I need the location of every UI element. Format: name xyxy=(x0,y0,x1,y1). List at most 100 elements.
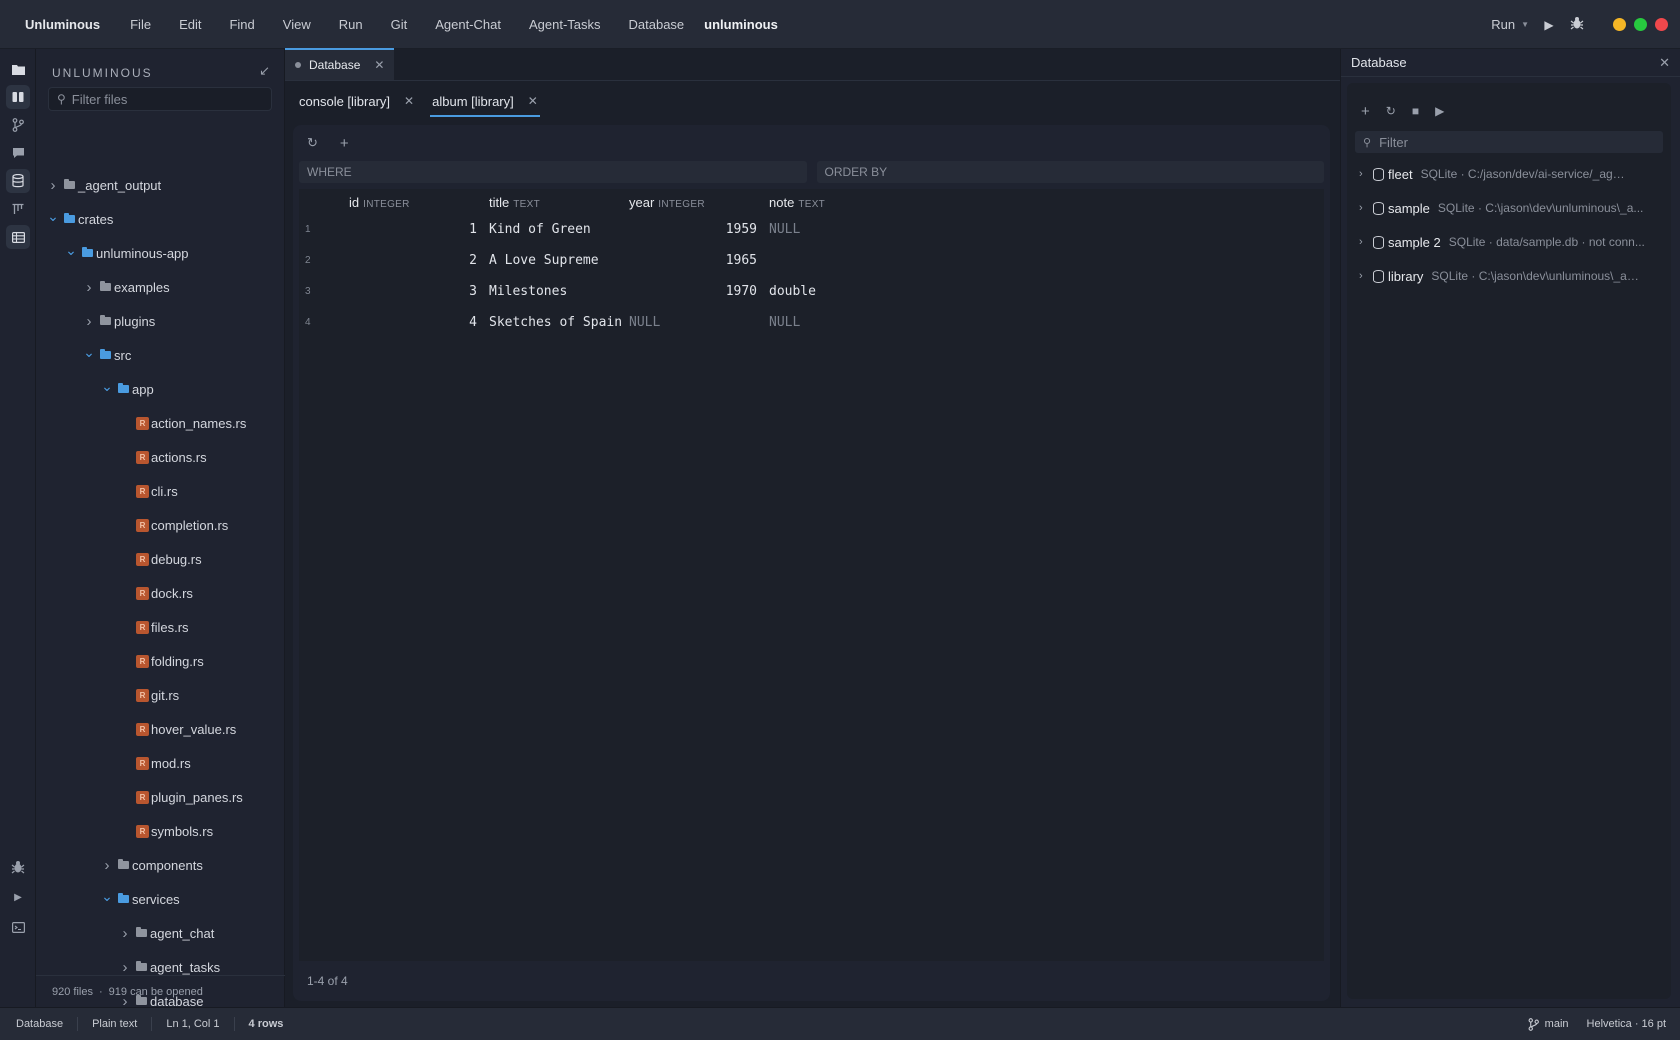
explorer-header: UNLUMINOUS ↙ xyxy=(36,59,284,87)
table-row[interactable]: 2 2 A Love Supreme 1965 xyxy=(299,246,1324,277)
bug-icon[interactable] xyxy=(1569,16,1585,33)
chat-activity-button[interactable] xyxy=(6,141,30,165)
file-filter-input[interactable]: ⚲ Filter files xyxy=(48,87,272,111)
menu-database[interactable]: Database xyxy=(615,17,699,32)
cell-note[interactable]: NULL xyxy=(769,315,800,330)
tab-database[interactable]: Database ✕ xyxy=(285,48,395,80)
column-header-id[interactable]: id INTEGER xyxy=(349,195,410,210)
refresh-icon[interactable]: ↻ xyxy=(1386,104,1396,118)
menu-view[interactable]: View xyxy=(269,17,325,32)
column-header-year[interactable]: year INTEGER xyxy=(629,195,705,210)
tree-item[interactable]: Rfolding.rs xyxy=(36,644,285,678)
cell-note[interactable]: double xyxy=(769,284,816,299)
cell-year[interactable]: 1970 xyxy=(629,284,757,299)
tree-item[interactable]: › components xyxy=(36,848,285,882)
tree-item[interactable]: Rdock.rs xyxy=(36,576,285,610)
connection-filter-input[interactable]: ⚲ Filter xyxy=(1355,131,1663,153)
menu-run[interactable]: Run xyxy=(325,17,377,32)
panels-activity-button[interactable] xyxy=(6,85,30,109)
cell-id[interactable]: 2 xyxy=(433,253,477,268)
tree-item[interactable]: Rsymbols.rs xyxy=(36,814,285,848)
menu-agent-chat[interactable]: Agent-Chat xyxy=(421,17,515,32)
status-language[interactable]: Plain text xyxy=(78,1017,153,1031)
close-button[interactable] xyxy=(1655,18,1668,31)
cell-title[interactable]: A Love Supreme xyxy=(489,253,599,268)
subtab-console[interactable]: console [library] ✕ xyxy=(299,87,414,115)
tree-item[interactable]: ⌄ services xyxy=(36,882,285,916)
connection-item[interactable]: › sample SQLite · C:\jason\dev\unluminous\… xyxy=(1347,191,1671,225)
tree-item[interactable]: Rhover_value.rs xyxy=(36,712,285,746)
cell-title[interactable]: Sketches of Spain xyxy=(489,315,622,330)
table-row[interactable]: 3 3 Milestones 1970 double xyxy=(299,277,1324,308)
tree-item[interactable]: Rcompletion.rs xyxy=(36,508,285,542)
connection-item[interactable]: › fleet SQLite · C:/jason/dev/ai-service/_… xyxy=(1347,157,1671,191)
menu-edit[interactable]: Edit xyxy=(165,17,215,32)
cell-id[interactable]: 4 xyxy=(433,315,477,330)
close-icon[interactable]: ✕ xyxy=(374,58,384,72)
connection-item[interactable]: › sample 2 SQLite · data/sample.db · not c… xyxy=(1347,225,1671,259)
cell-id[interactable]: 3 xyxy=(433,284,477,299)
table-activity-button[interactable] xyxy=(6,225,30,249)
terminal-activity-button[interactable] xyxy=(6,915,30,939)
cell-title[interactable]: Milestones xyxy=(489,284,567,299)
cell-note[interactable]: NULL xyxy=(769,222,800,237)
close-icon[interactable]: ✕ xyxy=(404,94,414,108)
tree-item[interactable]: Rfiles.rs xyxy=(36,610,285,644)
maximize-button[interactable] xyxy=(1634,18,1647,31)
tree-item[interactable]: Rmod.rs xyxy=(36,746,285,780)
tree-item[interactable]: ⌄ app xyxy=(36,372,285,406)
menu-find[interactable]: Find xyxy=(215,17,268,32)
tree-item[interactable]: › _agent_output xyxy=(36,168,285,202)
explorer-activity-button[interactable] xyxy=(6,57,30,81)
order-by-input[interactable]: ORDER BY xyxy=(816,161,1324,183)
where-input[interactable]: WHERE xyxy=(299,161,807,183)
tree-item[interactable]: Rplugin_panes.rs xyxy=(36,780,285,814)
status-font[interactable]: Helvetica · 16 pt xyxy=(1587,1018,1666,1030)
menu-git[interactable]: Git xyxy=(377,17,422,32)
tree-item[interactable]: ⌄ src xyxy=(36,338,285,372)
debug-activity-button[interactable] xyxy=(6,855,30,879)
stop-icon[interactable]: ■ xyxy=(1412,104,1419,118)
tree-item[interactable]: ⌄ unluminous-app xyxy=(36,236,285,270)
cell-year[interactable]: 1965 xyxy=(629,253,757,268)
tree-item[interactable]: Raction_names.rs xyxy=(36,406,285,440)
refresh-icon[interactable]: ↻ xyxy=(307,135,318,151)
git-activity-button[interactable] xyxy=(6,113,30,137)
run-config-select[interactable]: Run ▼ xyxy=(1491,17,1529,32)
column-header-title[interactable]: title TEXT xyxy=(489,195,540,210)
subtab-album[interactable]: album [library] ✕ xyxy=(430,87,540,117)
tree-item[interactable]: Rgit.rs xyxy=(36,678,285,712)
column-header-note[interactable]: note TEXT xyxy=(769,195,825,210)
cell-title[interactable]: Kind of Green xyxy=(489,222,591,237)
status-mode[interactable]: Database xyxy=(0,1017,79,1031)
tree-item[interactable]: Rcli.rs xyxy=(36,474,285,508)
tree-item[interactable]: › plugins xyxy=(36,304,285,338)
add-row-icon[interactable]: + xyxy=(340,135,349,152)
play-icon[interactable]: ▶ xyxy=(1435,104,1444,118)
play-icon[interactable]: ▶ xyxy=(1541,18,1557,32)
run-activity-button[interactable]: ▶ xyxy=(6,885,30,909)
menu-agent-tasks[interactable]: Agent-Tasks xyxy=(515,17,615,32)
collapse-icon[interactable]: ↙ xyxy=(259,63,272,79)
tree-item[interactable]: Ractions.rs xyxy=(36,440,285,474)
tree-item[interactable]: › agent_chat xyxy=(36,916,285,950)
minimize-button[interactable] xyxy=(1613,18,1626,31)
cell-year[interactable]: NULL xyxy=(629,315,660,330)
status-branch[interactable]: main xyxy=(1528,1017,1569,1031)
database-activity-button[interactable] xyxy=(6,169,30,193)
close-icon[interactable]: ✕ xyxy=(528,94,538,108)
table-row[interactable]: 1 1 Kind of Green 1959 NULL xyxy=(299,215,1324,246)
tasks-activity-button[interactable] xyxy=(6,197,30,221)
tree-item[interactable]: Rdebug.rs xyxy=(36,542,285,576)
menu-file[interactable]: File xyxy=(116,17,165,32)
cell-id[interactable]: 1 xyxy=(433,222,477,237)
connection-item[interactable]: › library SQLite · C:\jason\dev\unluminous… xyxy=(1347,259,1671,293)
tree-item[interactable]: › examples xyxy=(36,270,285,304)
tab-label: Database xyxy=(309,58,361,72)
add-connection-icon[interactable]: + xyxy=(1361,103,1370,120)
cell-year[interactable]: 1959 xyxy=(629,222,757,237)
table-row[interactable]: 4 4 Sketches of Spain NULL NULL xyxy=(299,308,1324,339)
tree-item[interactable]: ⌄ crates xyxy=(36,202,285,236)
close-icon[interactable]: ✕ xyxy=(1659,55,1670,71)
status-cursor[interactable]: Ln 1, Col 1 xyxy=(152,1017,235,1031)
